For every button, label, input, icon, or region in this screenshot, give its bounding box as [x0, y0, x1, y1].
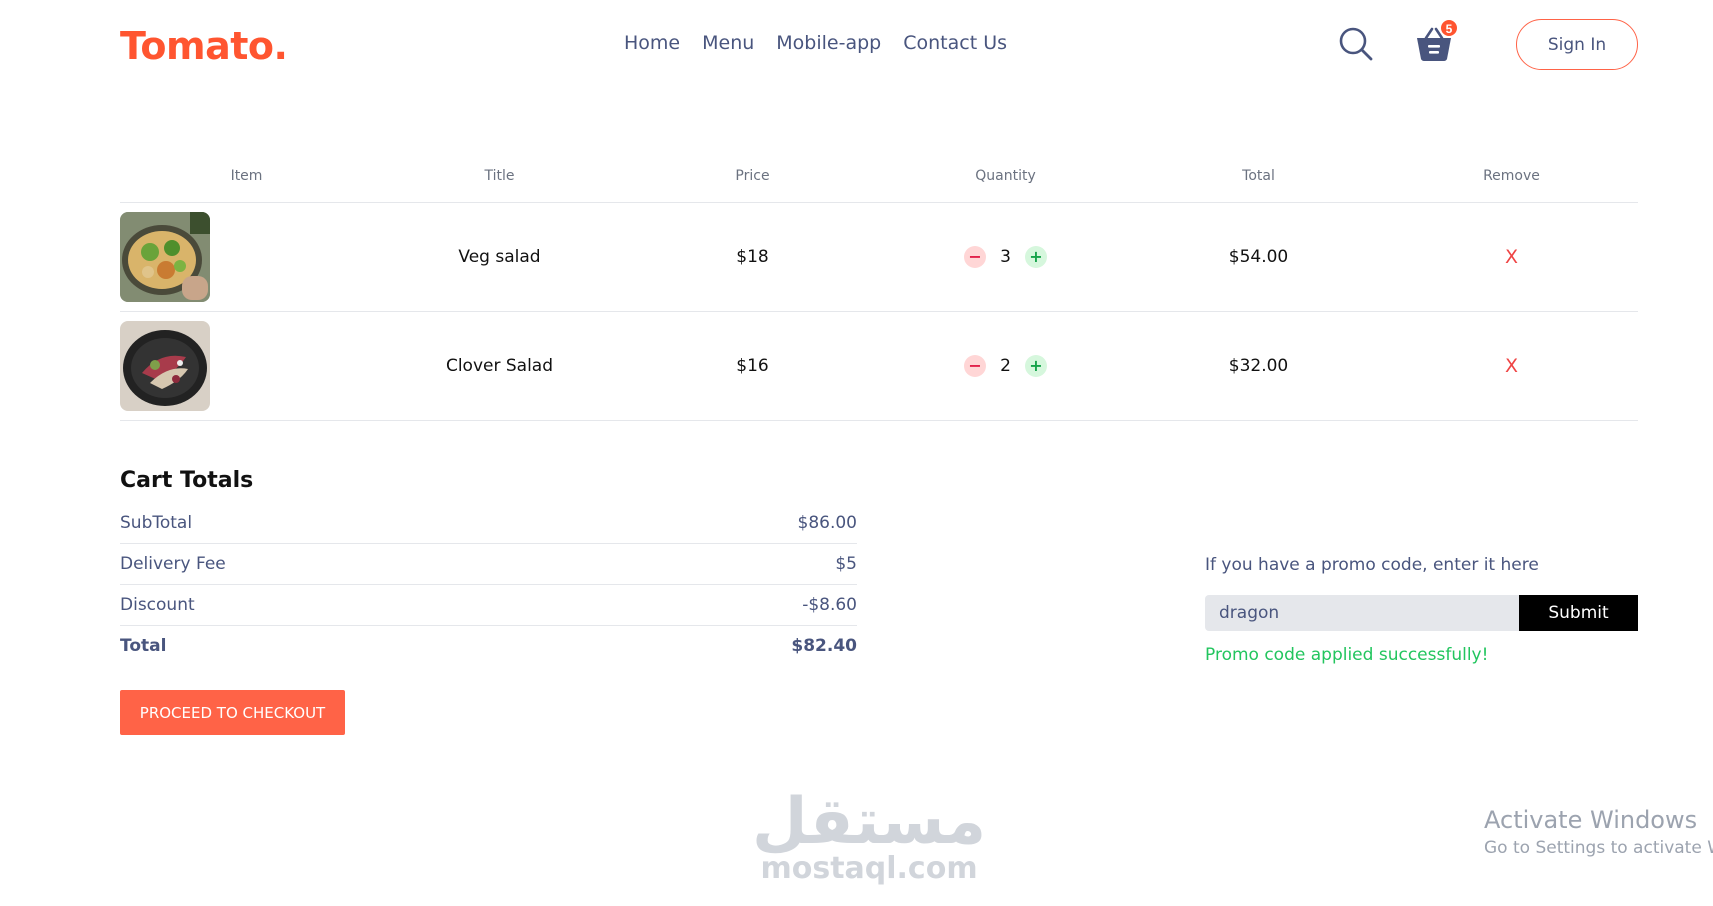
quantity-stepper: − 2 + — [879, 355, 1132, 377]
plus-icon[interactable]: + — [1024, 246, 1047, 268]
item-price: $18 — [736, 247, 769, 267]
cart-table: Item Title Price Quantity Total Remove V… — [120, 150, 1638, 421]
delivery-label: Delivery Fee — [120, 554, 226, 574]
promo-input[interactable] — [1205, 595, 1519, 631]
item-quantity: 2 — [1000, 356, 1011, 376]
total-label: Total — [120, 636, 167, 656]
subtotal-value: $86.00 — [797, 513, 857, 533]
delivery-value: $5 — [835, 554, 857, 574]
item-total: $54.00 — [1228, 247, 1289, 267]
sign-in-button[interactable]: Sign In — [1516, 19, 1638, 70]
header-quantity: Quantity — [975, 168, 1036, 184]
nav-menu-link[interactable]: Menu — [702, 32, 754, 54]
divider — [120, 420, 1638, 421]
nav-mobile-app[interactable]: Mobile-app — [776, 32, 881, 54]
cart-count-badge: 5 — [1440, 19, 1458, 37]
watermark-site: mostaql.com — [760, 851, 978, 886]
navbar: Tomato. Home Menu Mobile-app Contact Us … — [120, 18, 1638, 73]
item-image — [120, 212, 210, 302]
discount-value: -$8.60 — [802, 595, 857, 615]
promo-success-message: Promo code applied successfully! — [1205, 645, 1489, 665]
checkout-button[interactable]: PROCEED TO CHECKOUT — [120, 690, 345, 735]
mostaql-watermark: مستقل mostaql.com — [752, 790, 986, 884]
remove-item-button[interactable]: X — [1385, 355, 1638, 377]
item-title: Clover Salad — [445, 356, 554, 376]
item-quantity: 3 — [1000, 247, 1011, 267]
activate-windows-subtitle: Go to Settings to activate Windows. — [1484, 838, 1713, 858]
activate-windows-watermark: Activate Windows Go to Settings to activ… — [1484, 806, 1713, 858]
delivery-row: Delivery Fee $5 — [120, 544, 857, 584]
quantity-stepper: − 3 + — [879, 246, 1132, 268]
plus-icon[interactable]: + — [1024, 355, 1047, 377]
header-price: Price — [735, 168, 770, 184]
cart-header-row: Item Title Price Quantity Total Remove — [120, 150, 1638, 202]
promo-section: If you have a promo code, enter it here … — [1205, 555, 1638, 665]
subtotal-row: SubTotal $86.00 — [120, 503, 857, 543]
cart-totals-heading: Cart Totals — [120, 468, 254, 493]
total-value: $82.40 — [791, 636, 857, 656]
logo[interactable]: Tomato. — [120, 24, 288, 68]
nav-contact-us[interactable]: Contact Us — [903, 32, 1007, 54]
cart-row: Veg salad $18 − 3 + $54.00 X — [120, 203, 1638, 311]
header-remove: Remove — [1483, 168, 1540, 184]
cart-totals: Cart Totals SubTotal $86.00 Delivery Fee… — [120, 468, 857, 666]
nav-home[interactable]: Home — [624, 32, 680, 54]
header-total: Total — [1242, 168, 1275, 184]
cart-row: Clover Salad $16 − 2 + $32.00 X — [120, 312, 1638, 420]
remove-item-button[interactable]: X — [1385, 246, 1638, 268]
watermark-arabic: مستقل — [752, 785, 987, 859]
minus-icon[interactable]: − — [964, 355, 987, 377]
promo-box: Submit — [1205, 595, 1638, 631]
subtotal-label: SubTotal — [120, 513, 193, 533]
nav-menu: Home Menu Mobile-app Contact Us — [624, 32, 1007, 54]
promo-prompt: If you have a promo code, enter it here — [1205, 555, 1539, 575]
search-icon[interactable] — [1338, 26, 1374, 62]
minus-icon[interactable]: − — [964, 246, 987, 268]
item-title: Veg salad — [458, 247, 541, 267]
item-image — [120, 321, 210, 411]
header-title: Title — [484, 168, 515, 184]
discount-label: Discount — [120, 595, 195, 615]
header-item: Item — [230, 168, 263, 184]
total-row: Total $82.40 — [120, 626, 857, 666]
promo-submit-button[interactable]: Submit — [1519, 595, 1638, 631]
discount-row: Discount -$8.60 — [120, 585, 857, 625]
item-total: $32.00 — [1228, 356, 1289, 376]
item-price: $16 — [736, 356, 769, 376]
activate-windows-title: Activate Windows — [1484, 806, 1698, 834]
